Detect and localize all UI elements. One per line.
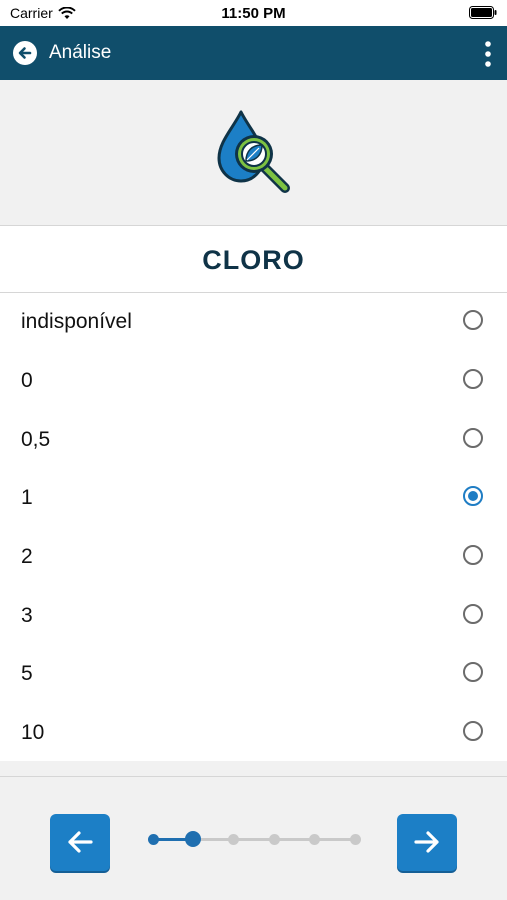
radio-button[interactable]	[463, 428, 483, 448]
footer-navigation	[0, 777, 507, 900]
app-bar: Análise	[0, 26, 507, 80]
option-label: 0	[21, 369, 33, 392]
radio-button-selected[interactable]	[463, 486, 483, 506]
option-label: 3	[21, 604, 33, 627]
option-label: 1	[21, 486, 33, 509]
radio-button[interactable]	[463, 545, 483, 565]
option-label: 2	[21, 545, 33, 568]
options-list: indisponível 0 0,5 1 2 3 5 10	[0, 293, 507, 761]
radio-button[interactable]	[463, 662, 483, 682]
radio-button[interactable]	[463, 310, 483, 330]
option-label: 0,5	[21, 428, 51, 451]
battery-icon	[469, 6, 497, 19]
option-row-5[interactable]: 5	[0, 645, 507, 703]
step-dot	[349, 834, 361, 845]
option-row-1[interactable]: 1	[0, 469, 507, 527]
status-time: 11:50 PM	[221, 5, 286, 22]
radio-button[interactable]	[463, 604, 483, 624]
option-row-10[interactable]: 10	[0, 704, 507, 762]
previous-button[interactable]	[50, 814, 110, 871]
arrow-right-icon	[414, 831, 439, 853]
step-dot	[147, 834, 159, 845]
step-dot	[228, 834, 240, 845]
water-drop-magnifier-icon	[217, 110, 290, 193]
section-title: CLORO	[202, 245, 305, 275]
step-dot-current	[185, 831, 202, 847]
option-row-2[interactable]: 2	[0, 528, 507, 586]
more-vertical-icon[interactable]	[483, 40, 493, 68]
option-label: indisponível	[21, 310, 132, 333]
option-label: 5	[21, 662, 33, 685]
step-dot	[309, 834, 321, 845]
progress-stepper	[147, 829, 361, 849]
step-dot	[268, 834, 280, 845]
arrow-left-circle-icon[interactable]	[12, 40, 38, 66]
radio-button[interactable]	[463, 721, 483, 741]
page-title: Análise	[49, 42, 112, 63]
next-button[interactable]	[397, 814, 457, 871]
arrow-left-icon	[68, 831, 93, 853]
section-header: CLORO	[0, 226, 507, 293]
option-row-0-5[interactable]: 0,5	[0, 411, 507, 469]
status-bar: Carrier 11:50 PM	[0, 0, 507, 26]
radio-button[interactable]	[463, 369, 483, 389]
option-row-indisponivel[interactable]: indisponível	[0, 293, 507, 351]
option-label: 10	[21, 721, 45, 744]
option-row-0[interactable]: 0	[0, 352, 507, 410]
option-row-3[interactable]: 3	[0, 587, 507, 645]
hero-section	[0, 80, 507, 226]
